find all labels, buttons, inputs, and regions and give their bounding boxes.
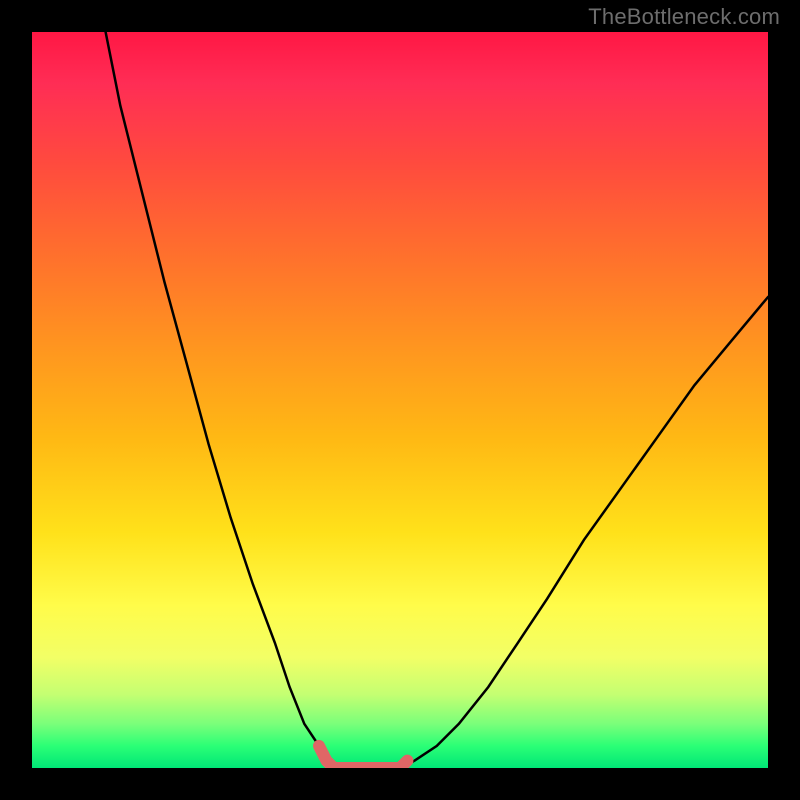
curve-highlight (319, 746, 407, 768)
chart-frame: TheBottleneck.com (0, 0, 800, 800)
curve-right-branch (400, 297, 768, 768)
chart-svg (32, 32, 768, 768)
curve-left-branch (106, 32, 334, 768)
plot-area (32, 32, 768, 768)
watermark-label: TheBottleneck.com (588, 4, 780, 30)
chart-series-group (106, 32, 768, 768)
